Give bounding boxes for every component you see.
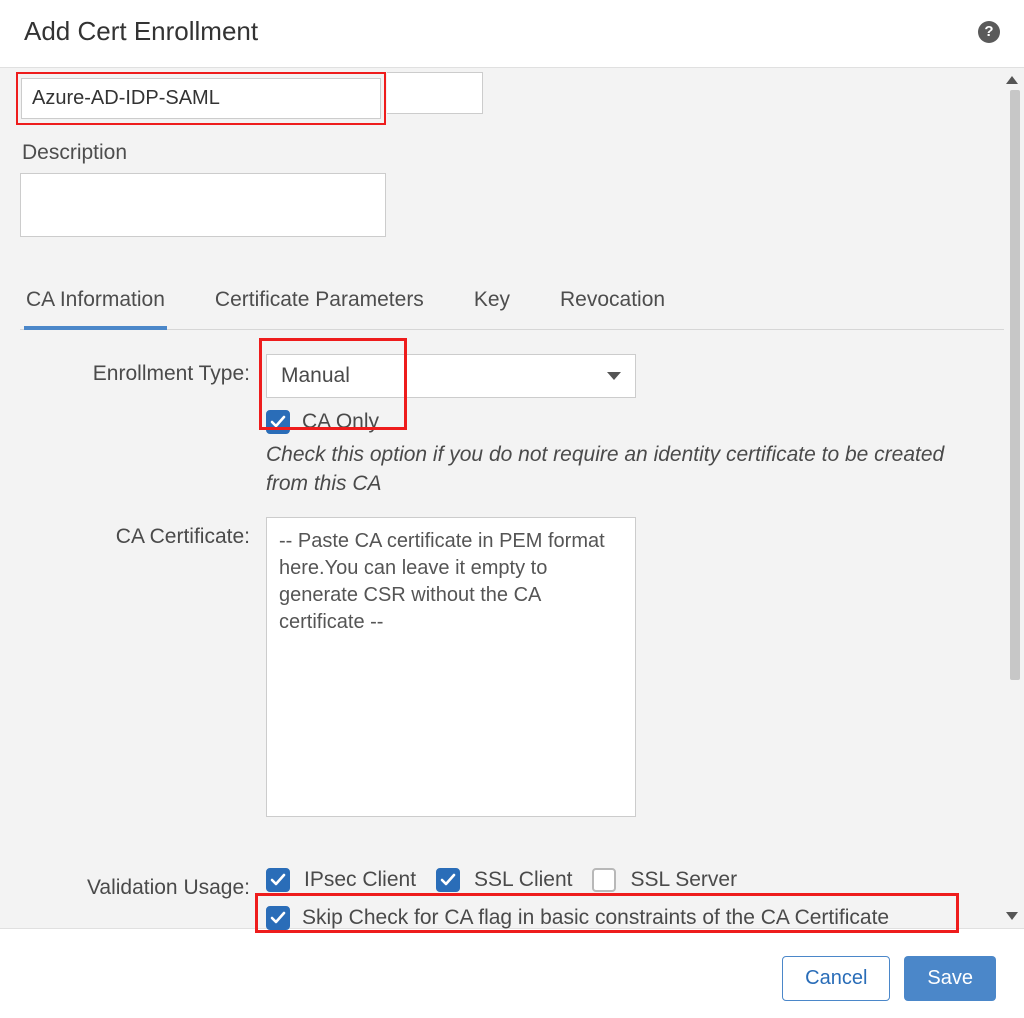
scroll-down-arrow-icon[interactable] (1006, 912, 1018, 920)
validation-usage-label: Validation Usage: (20, 868, 266, 900)
scrollbar-thumb[interactable] (1010, 90, 1020, 680)
enrollment-type-value: Manual (281, 364, 350, 388)
tab-revocation[interactable]: Revocation (558, 280, 667, 329)
ca-only-label: CA Only (302, 410, 379, 434)
scrollbar[interactable] (1010, 90, 1020, 906)
cancel-button[interactable]: Cancel (782, 956, 890, 1001)
enrollment-type-label: Enrollment Type: (20, 354, 266, 386)
scroll-up-arrow-icon[interactable] (1006, 76, 1018, 84)
ipsec-client-label: IPsec Client (304, 868, 416, 892)
name-input[interactable] (21, 78, 381, 119)
ca-certificate-textarea[interactable]: -- Paste CA certificate in PEM format he… (266, 517, 636, 817)
skip-ca-flag-label: Skip Check for CA flag in basic constrai… (302, 906, 889, 930)
ssl-server-checkbox[interactable] (592, 868, 616, 892)
ca-only-checkbox[interactable] (266, 410, 290, 434)
tab-key[interactable]: Key (472, 280, 512, 329)
tab-bar: CA Information Certificate Parameters Ke… (20, 280, 1004, 330)
ssl-client-checkbox[interactable] (436, 868, 460, 892)
ca-certificate-label: CA Certificate: (20, 517, 266, 549)
ca-only-helper-text: Check this option if you do not require … (266, 440, 966, 499)
ssl-server-label: SSL Server (630, 868, 737, 892)
enrollment-type-select[interactable]: Manual (266, 354, 636, 398)
dialog-body: Description CA Information Certificate P… (0, 68, 1024, 928)
chevron-down-icon (607, 372, 621, 380)
tab-certificate-parameters[interactable]: Certificate Parameters (213, 280, 426, 329)
skip-ca-flag-checkbox[interactable] (266, 906, 290, 930)
description-label: Description (22, 141, 1004, 165)
ipsec-client-checkbox[interactable] (266, 868, 290, 892)
save-button[interactable]: Save (904, 956, 996, 1001)
help-icon[interactable]: ? (978, 21, 1000, 43)
tab-ca-information[interactable]: CA Information (24, 280, 167, 330)
dialog-footer: Cancel Save (0, 938, 1024, 1018)
name-highlight-box (16, 72, 386, 125)
ssl-client-label: SSL Client (474, 868, 572, 892)
dialog-title: Add Cert Enrollment (24, 16, 258, 47)
description-input[interactable] (20, 173, 386, 237)
dialog-header: Add Cert Enrollment ? (0, 0, 1024, 67)
